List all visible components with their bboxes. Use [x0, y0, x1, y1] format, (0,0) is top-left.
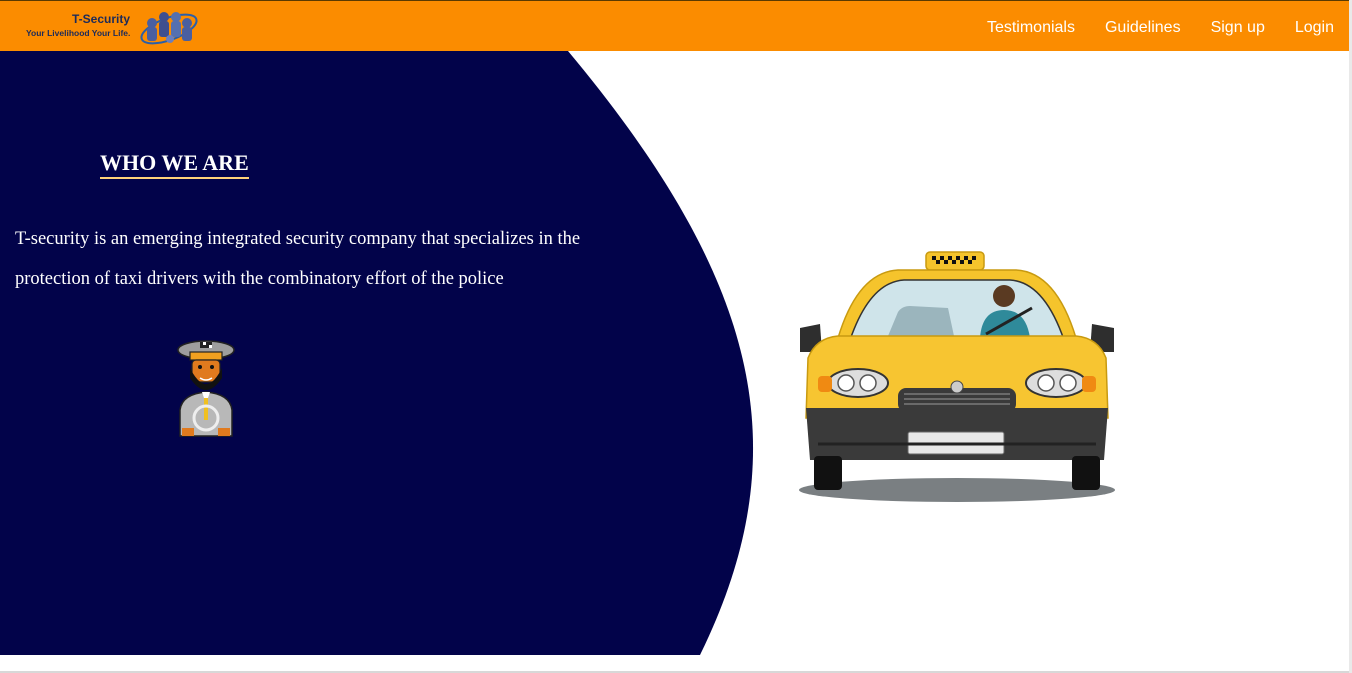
nav-login[interactable]: Login — [1295, 18, 1334, 38]
taxi-car-image — [799, 251, 1115, 502]
brand[interactable]: T-Security Your Livelihood Your Life. — [26, 5, 201, 49]
nav-guidelines[interactable]: Guidelines — [1105, 18, 1181, 38]
nav-signup[interactable]: Sign up — [1211, 18, 1265, 38]
brand-name: T-Security — [72, 12, 131, 26]
nav-links: Testimonials Guidelines Sign up Login — [957, 18, 1334, 38]
brand-tagline: Your Livelihood Your Life. — [26, 28, 131, 38]
section-heading: WHO WE ARE — [100, 150, 249, 179]
navbar: T-Security Your Livelihood Your Life. Te… — [0, 0, 1349, 51]
section-description: T-security is an emerging integrated sec… — [15, 229, 581, 289]
taxi-driver-icon — [177, 340, 235, 437]
security-team-logo-icon — [140, 12, 198, 45]
nav-testimonials[interactable]: Testimonials — [987, 18, 1075, 38]
